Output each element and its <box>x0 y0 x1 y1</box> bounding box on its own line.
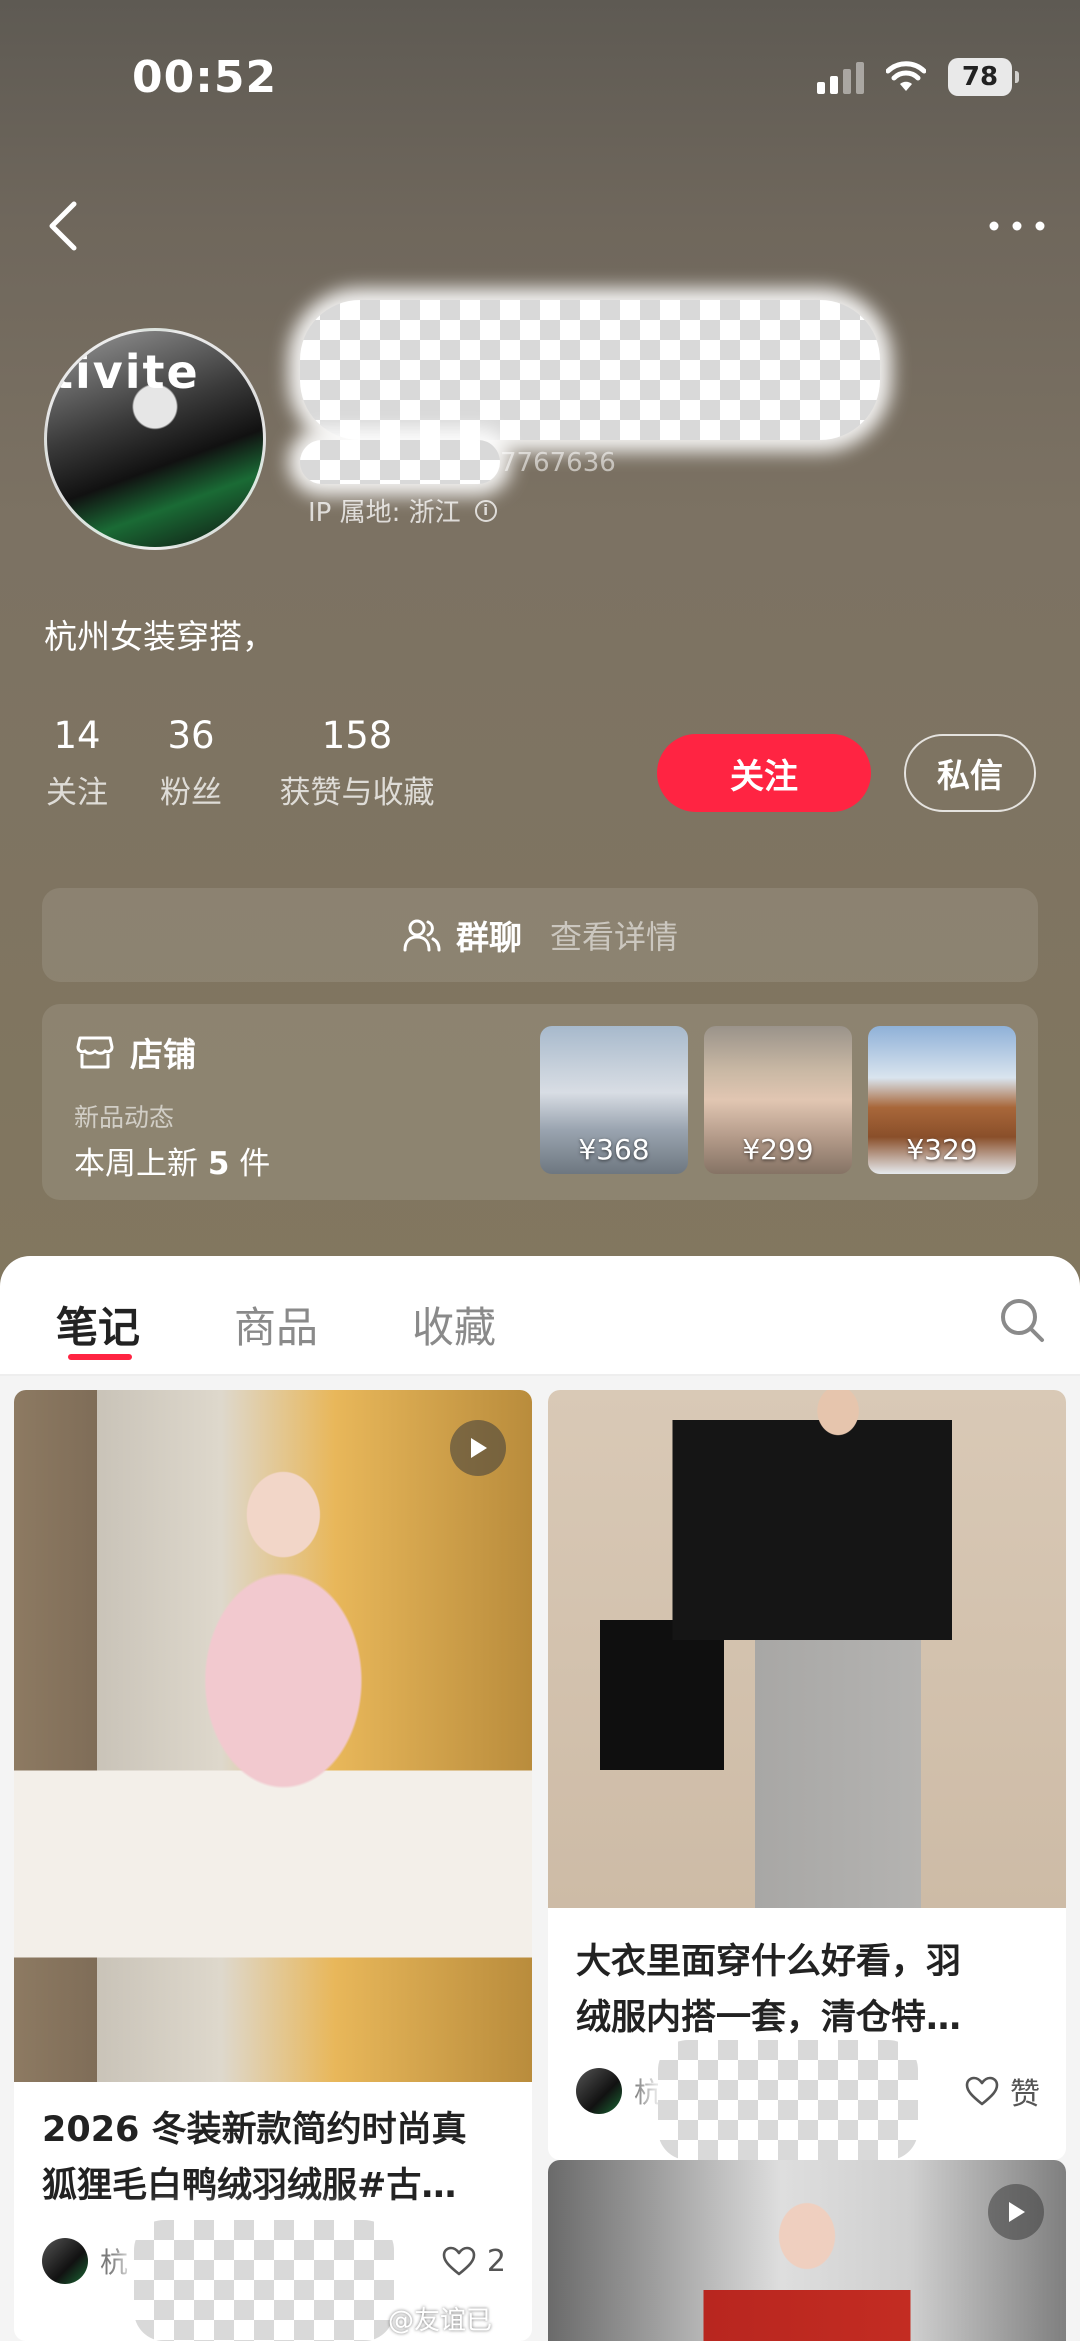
note-title-line: 绒服内搭一套，清仓特… <box>576 1998 962 2038</box>
follow-button[interactable]: 关注 <box>657 734 871 812</box>
note-cover-image <box>14 1390 532 2082</box>
note-author[interactable]: 杭 <box>42 2238 128 2284</box>
more-icon[interactable] <box>982 206 1052 246</box>
product-price: ¥368 <box>578 1133 650 1166</box>
note-card[interactable]: 大衣里面穿什么好看，羽 绒服内搭一套，清仓特… 杭 赞 <box>548 1390 1066 2056</box>
note-title-line: 狐狸毛白鸭绒羽绒服#古… <box>42 2166 457 2206</box>
redacted-username <box>300 300 880 440</box>
shop-subtitle: 新品动态 <box>74 1103 175 1132</box>
note-author[interactable]: 杭 <box>576 2068 662 2114</box>
tab-notes[interactable]: 笔记 <box>56 1294 140 1355</box>
video-badge <box>988 2184 1044 2240</box>
shop-title: 店铺 <box>130 1035 196 1074</box>
stat-likes[interactable]: 158 获赞与收藏 <box>274 714 440 812</box>
stat-value: 14 <box>53 714 101 757</box>
product-price: ¥299 <box>742 1133 814 1166</box>
note-card-footer-extension: 杭 赞 <box>548 2040 1066 2160</box>
heart-icon <box>965 2076 999 2106</box>
back-icon[interactable] <box>40 196 90 256</box>
stat-label: 关注 <box>46 775 108 811</box>
stat-value: 36 <box>167 714 215 757</box>
product-price: ¥329 <box>906 1133 978 1166</box>
tab-active-indicator <box>68 1354 132 1360</box>
note-card[interactable]: 2026 冬装新款简约时尚真 狐狸毛白鸭绒羽绒服#古… 杭 2 <box>14 1390 532 2341</box>
like-count: 2 <box>486 2243 506 2279</box>
shop-new-prefix: 本周上新 <box>74 1146 208 1182</box>
note-card[interactable] <box>548 2160 1066 2341</box>
author-avatar <box>42 2238 88 2284</box>
stat-label: 粉丝 <box>160 775 222 811</box>
redacted-author <box>658 2040 918 2160</box>
stat-followers[interactable]: 36 粉丝 <box>158 714 224 812</box>
shop-card[interactable]: 店铺 新品动态 本周上新 5 件 ¥368 ¥299 ¥329 <box>42 1004 1038 1200</box>
shop-new-suffix: 件 <box>229 1146 271 1182</box>
play-icon <box>471 1438 487 1458</box>
video-badge <box>450 1420 506 1476</box>
wifi-icon <box>886 61 926 91</box>
group-chat-details-link[interactable]: 查看详情 <box>550 912 678 958</box>
shop-header: 店铺 <box>76 1028 196 1076</box>
shop-product-1[interactable]: ¥368 <box>540 1026 688 1174</box>
avatar[interactable]: tivite <box>44 328 266 550</box>
group-icon <box>403 919 441 952</box>
author-avatar <box>576 2068 622 2114</box>
watermark: @友谊已 <box>388 2306 493 2336</box>
shop-product-3[interactable]: ¥329 <box>868 1026 1016 1174</box>
status-icons: 78 <box>817 58 1019 96</box>
tab-products[interactable]: 商品 <box>234 1294 318 1355</box>
play-icon <box>1009 2202 1025 2222</box>
author-name: 杭 <box>100 2246 129 2279</box>
search-icon[interactable] <box>994 1292 1050 1348</box>
note-cover-image <box>548 2160 1066 2341</box>
shop-new-arrivals: 本周上新 5 件 <box>74 1138 270 1183</box>
ip-location: IP 属地: 浙江 i <box>308 492 497 529</box>
group-chat-title: 群聊 <box>455 918 522 957</box>
tab-collections[interactable]: 收藏 <box>412 1294 496 1355</box>
info-icon[interactable]: i <box>474 499 497 522</box>
user-id: 7767636 <box>500 448 616 478</box>
like-button[interactable]: 2 <box>441 2244 506 2279</box>
shop-icon <box>76 1036 114 1069</box>
ip-location-text: IP 属地: 浙江 <box>308 498 461 528</box>
heart-icon <box>442 2246 476 2276</box>
redacted-user-id <box>300 440 500 484</box>
group-chat-bar[interactable]: 群聊 查看详情 <box>42 888 1038 982</box>
redacted-author <box>134 2220 394 2341</box>
note-title: 2026 冬装新款简约时尚真 狐狸毛白鸭绒羽绒服#古… <box>42 2102 467 2214</box>
like-count: 赞 <box>1010 2077 1040 2112</box>
profile-header: 00:52 78 tivite 7767636 IP 属地: 浙江 i 杭州女装… <box>0 0 1080 1290</box>
content-sheet: 笔记 商品 收藏 <box>0 1256 1080 1376</box>
note-title-line: 大衣里面穿什么好看，羽 <box>576 1942 962 1982</box>
shop-new-count: 5 <box>207 1146 230 1182</box>
stat-label: 获赞与收藏 <box>279 775 435 811</box>
stat-following[interactable]: 14 关注 <box>44 714 110 812</box>
note-cover-image <box>548 1390 1066 1908</box>
message-button[interactable]: 私信 <box>904 734 1036 812</box>
stat-value: 158 <box>321 714 393 757</box>
avatar-logo-text: tivite <box>51 345 200 399</box>
note-title: 大衣里面穿什么好看，羽 绒服内搭一套，清仓特… <box>576 1934 961 2046</box>
shop-product-2[interactable]: ¥299 <box>704 1026 852 1174</box>
status-time: 00:52 <box>132 52 278 103</box>
signal-icon <box>817 60 864 94</box>
note-title-line: 2026 冬装新款简约时尚真 <box>42 2110 467 2150</box>
bio: 杭州女装穿搭， <box>44 617 275 656</box>
battery-icon: 78 <box>948 58 1019 96</box>
like-button[interactable]: 赞 <box>964 2069 1040 2113</box>
divider <box>0 1374 1080 1376</box>
